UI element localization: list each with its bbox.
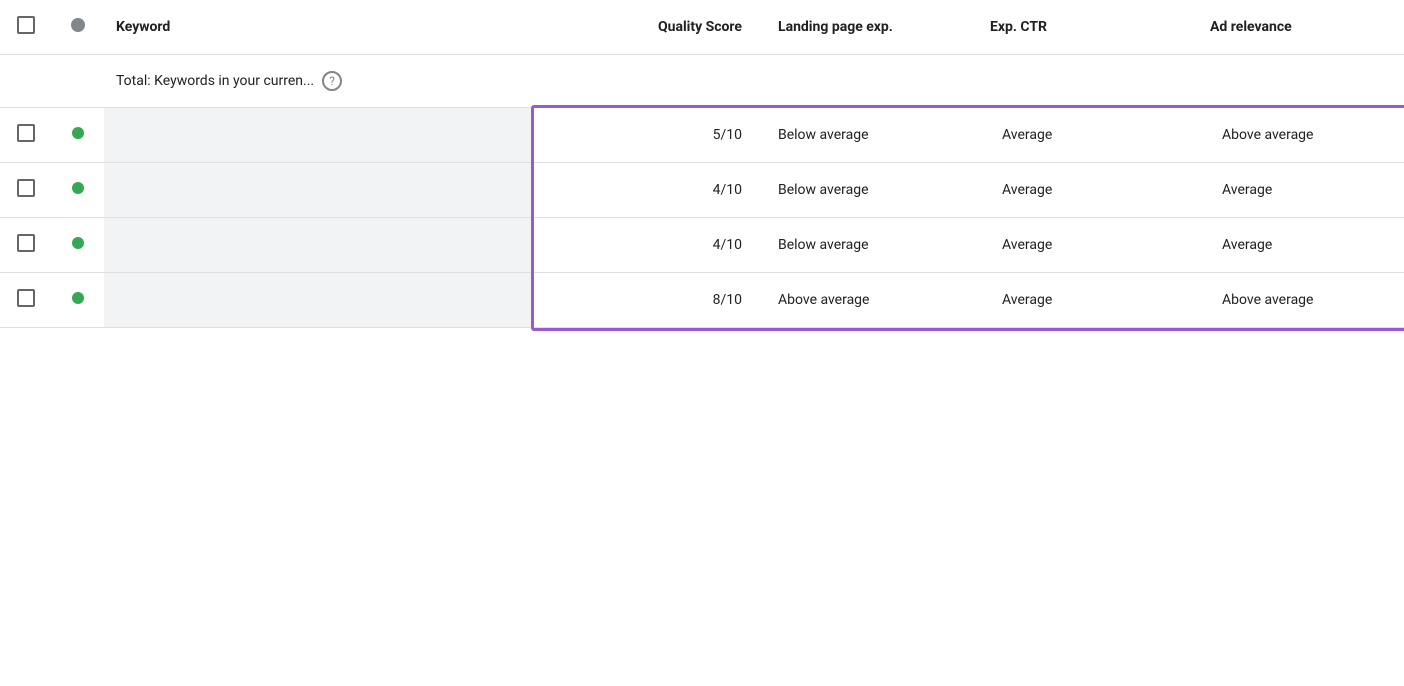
header-quality-score[interactable]: Quality Score	[534, 0, 754, 55]
row-3-ad-relevance: Above average	[1198, 273, 1404, 328]
row-2-ad-relevance: Average	[1198, 218, 1404, 273]
row-1-ad-relevance: Average	[1198, 163, 1404, 218]
row-1-quality-score: 4/10	[534, 163, 754, 218]
row-0-status-cell	[52, 108, 104, 163]
row-1-checkbox[interactable]	[17, 179, 35, 197]
row-0-status-dot	[72, 127, 84, 139]
row-3-checkbox-cell[interactable]	[0, 273, 52, 328]
header-exp-ctr[interactable]: Exp. CTR	[978, 0, 1198, 55]
landing-page-header-label: Landing page exp.	[778, 19, 893, 35]
table-container: Keyword Quality Score Landing page exp. …	[0, 0, 1404, 328]
total-row: Total: Keywords in your curren... ?	[0, 55, 1404, 108]
header-checkbox[interactable]	[17, 16, 35, 34]
row-2-quality-score: 4/10	[534, 218, 754, 273]
row-2-status-cell	[52, 218, 104, 273]
table-row: 4/10 Below average Average Average	[0, 218, 1404, 273]
row-3-quality-score: 8/10	[534, 273, 754, 328]
ad-relevance-header-label: Ad relevance	[1210, 19, 1292, 35]
keywords-table: Keyword Quality Score Landing page exp. …	[0, 0, 1404, 328]
total-status-cell	[52, 55, 104, 108]
row-1-landing-page: Below average	[754, 163, 978, 218]
header-status-cell	[52, 0, 104, 55]
row-0-quality-score: 5/10	[534, 108, 754, 163]
header-landing-page[interactable]: Landing page exp.	[754, 0, 978, 55]
row-2-keyword-cell	[104, 218, 534, 273]
row-0-ad-relevance: Above average	[1198, 108, 1404, 163]
total-ctr-cell	[978, 55, 1198, 108]
row-2-status-dot	[72, 237, 84, 249]
row-2-checkbox-cell[interactable]	[0, 218, 52, 273]
row-0-checkbox-cell[interactable]	[0, 108, 52, 163]
row-0-landing-page: Below average	[754, 108, 978, 163]
total-relevance-cell	[1198, 55, 1404, 108]
table-row: 8/10 Above average Average Above average	[0, 273, 1404, 328]
total-row-label: Total: Keywords in your curren...	[116, 73, 314, 89]
table-header-row: Keyword Quality Score Landing page exp. …	[0, 0, 1404, 55]
row-0-exp-ctr: Average	[978, 108, 1198, 163]
row-3-keyword-cell	[104, 273, 534, 328]
row-3-checkbox[interactable]	[17, 289, 35, 307]
total-landing-cell	[754, 55, 978, 108]
help-icon[interactable]: ?	[322, 71, 342, 91]
exp-ctr-header-label: Exp. CTR	[990, 19, 1047, 35]
row-2-exp-ctr: Average	[978, 218, 1198, 273]
row-2-landing-page: Below average	[754, 218, 978, 273]
table-row: 5/10 Below average Average Above average	[0, 108, 1404, 163]
table-row: 4/10 Below average Average Average	[0, 163, 1404, 218]
row-3-exp-ctr: Average	[978, 273, 1198, 328]
row-2-checkbox[interactable]	[17, 234, 35, 252]
quality-score-header-label: Quality Score	[658, 19, 742, 35]
keyword-header-label: Keyword	[116, 19, 170, 35]
row-1-keyword-cell	[104, 163, 534, 218]
row-1-status-cell	[52, 163, 104, 218]
row-1-status-dot	[72, 182, 84, 194]
row-0-keyword-cell	[104, 108, 534, 163]
header-status-dot	[71, 18, 85, 32]
row-3-status-cell	[52, 273, 104, 328]
total-label-cell: Total: Keywords in your curren... ?	[104, 55, 534, 108]
row-0-checkbox[interactable]	[17, 124, 35, 142]
header-ad-relevance[interactable]: Ad relevance	[1198, 0, 1404, 55]
total-checkbox-cell	[0, 55, 52, 108]
header-checkbox-cell	[0, 0, 52, 55]
row-3-landing-page: Above average	[754, 273, 978, 328]
row-3-status-dot	[72, 292, 84, 304]
header-keyword: Keyword	[104, 0, 534, 55]
row-1-checkbox-cell[interactable]	[0, 163, 52, 218]
row-1-exp-ctr: Average	[978, 163, 1198, 218]
total-quality-cell	[534, 55, 754, 108]
